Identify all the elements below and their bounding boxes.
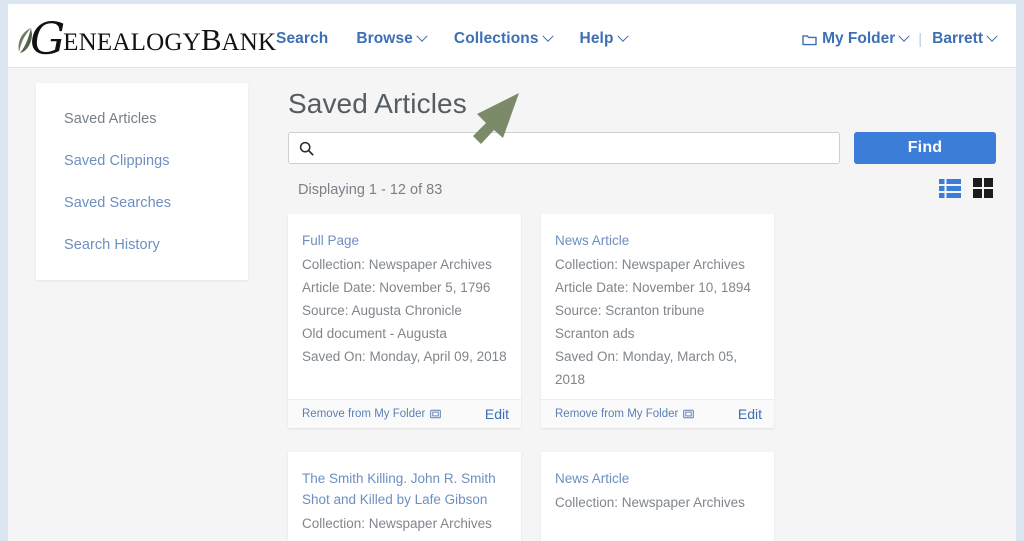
nav-item-help[interactable]: Help xyxy=(579,30,629,48)
chevron-down-icon xyxy=(416,30,428,42)
nav-item-collections[interactable]: Collections xyxy=(453,30,554,48)
card-detail-line: Old document - Augusta xyxy=(302,326,447,341)
search-icon xyxy=(299,141,314,156)
card-title-link[interactable]: Full Page xyxy=(302,230,507,251)
saved-article-card: Full Page Collection: Newspaper Archives A… xyxy=(288,214,521,428)
main-panel: Saved Articles Find Displaying 1 - 12 of… xyxy=(280,68,1002,541)
card-body: The Smith Killing. John R. Smith Shot an… xyxy=(288,452,521,541)
sidebar-item-saved-clippings[interactable]: Saved Clippings xyxy=(64,153,248,169)
nav-item-help-label: Help xyxy=(579,30,614,47)
nav-item-browse[interactable]: Browse xyxy=(356,30,428,48)
remove-from-my-folder-link[interactable]: Remove from My Folder xyxy=(302,408,442,420)
card-title-link[interactable]: News Article xyxy=(555,468,760,489)
account-label: Barrett xyxy=(932,30,983,47)
card-detail-line: Collection: Newspaper Archives xyxy=(555,495,745,510)
sidebar: Saved Articles Saved Clippings Saved Sea… xyxy=(36,83,248,280)
saved-article-card: News Article Collection: Newspaper Archiv… xyxy=(541,214,774,428)
grid-view-icon[interactable] xyxy=(973,178,993,198)
search-input[interactable] xyxy=(314,134,839,162)
chevron-down-icon xyxy=(541,30,554,42)
my-folder-menu[interactable]: My Folder xyxy=(802,30,910,48)
nav-item-collections-label: Collections xyxy=(453,30,539,47)
browser-page-frame: GENEALOGYBANK Search Browse Collections … xyxy=(8,4,1016,541)
remove-from-my-folder-link[interactable]: Remove from My Folder xyxy=(555,408,695,420)
logo-wordmark: GENEALOGYBANK xyxy=(30,14,277,62)
remove-from-my-folder-label: Remove from My Folder xyxy=(555,408,679,420)
card-detail-line: Saved On: Monday, March 05, 2018 xyxy=(555,349,738,387)
utility-navigation: My Folder | Barrett xyxy=(802,30,998,48)
remove-folder-icon xyxy=(683,409,695,419)
card-detail-line: Scranton ads xyxy=(555,326,635,341)
card-detail-line: Article Date: November 5, 1796 xyxy=(302,280,491,295)
saved-article-card: News Article Collection: Newspaper Archiv… xyxy=(541,452,774,541)
saved-article-card: The Smith Killing. John R. Smith Shot an… xyxy=(288,452,521,541)
card-body: News Article Collection: Newspaper Archiv… xyxy=(541,214,774,399)
results-meta-row: Displaying 1 - 12 of 83 xyxy=(288,178,996,208)
list-view-icon[interactable] xyxy=(939,178,961,198)
logo-b-letter: B xyxy=(200,22,222,57)
saved-articles-grid: Full Page Collection: Newspaper Archives A… xyxy=(280,214,1002,541)
genealogybank-logo[interactable]: GENEALOGYBANK xyxy=(16,12,277,62)
sidebar-item-search-history[interactable]: Search History xyxy=(64,237,248,253)
card-detail-line: Collection: Newspaper Archives xyxy=(555,257,745,272)
logo-bank-text: ANK xyxy=(221,29,277,56)
find-button[interactable]: Find xyxy=(854,132,996,164)
logo-genealogy-text: ENEALOGY xyxy=(63,29,201,56)
folder-icon xyxy=(802,33,817,46)
card-detail-line: Collection: Newspaper Archives xyxy=(302,516,492,531)
results-count-label: Displaying 1 - 12 of 83 xyxy=(298,182,443,198)
search-row: Find xyxy=(288,132,996,164)
nav-item-search-label: Search xyxy=(276,30,329,47)
nav-item-search[interactable]: Search xyxy=(276,30,328,48)
card-title-link[interactable]: News Article xyxy=(555,230,760,251)
sidebar-item-saved-searches[interactable]: Saved Searches xyxy=(64,195,248,211)
card-footer: Remove from My Folder Edit xyxy=(541,399,774,428)
remove-folder-icon xyxy=(430,409,442,419)
chevron-down-icon xyxy=(986,30,998,42)
card-detail-line: Saved On: Monday, April 09, 2018 xyxy=(302,349,507,364)
page-title: Saved Articles xyxy=(288,88,467,119)
main-navigation: Search Browse Collections Help xyxy=(276,30,629,48)
chevron-down-icon xyxy=(616,30,629,42)
search-box[interactable] xyxy=(288,132,840,164)
edit-link[interactable]: Edit xyxy=(485,406,509,422)
card-detail-line: Source: Augusta Chronicle xyxy=(302,303,462,318)
card-body: News Article Collection: Newspaper Archiv… xyxy=(541,452,774,541)
card-title-link[interactable]: The Smith Killing. John R. Smith Shot an… xyxy=(302,468,507,510)
nav-item-browse-label: Browse xyxy=(356,30,413,47)
view-toggle-group xyxy=(939,178,993,198)
content-area: Saved Articles Saved Clippings Saved Sea… xyxy=(8,68,1016,541)
utility-separator: | xyxy=(918,30,923,48)
sidebar-item-saved-articles[interactable]: Saved Articles xyxy=(64,111,248,127)
card-footer: Remove from My Folder Edit xyxy=(288,399,521,428)
account-menu[interactable]: Barrett xyxy=(932,30,998,48)
leaf-icon xyxy=(16,26,36,56)
card-detail-line: Article Date: November 10, 1894 xyxy=(555,280,751,295)
card-detail-line: Article Date: May 21, 1896 xyxy=(302,535,507,541)
edit-link[interactable]: Edit xyxy=(738,406,762,422)
card-detail-line: Source: Scranton tribune xyxy=(555,303,705,318)
card-detail-line: Collection: Newspaper Archives xyxy=(302,257,492,272)
my-folder-label: My Folder xyxy=(822,30,896,47)
chevron-down-icon xyxy=(898,30,910,42)
card-body: Full Page Collection: Newspaper Archives A… xyxy=(288,214,521,399)
remove-from-my-folder-label: Remove from My Folder xyxy=(302,408,426,420)
site-header: GENEALOGYBANK Search Browse Collections … xyxy=(8,4,1016,68)
